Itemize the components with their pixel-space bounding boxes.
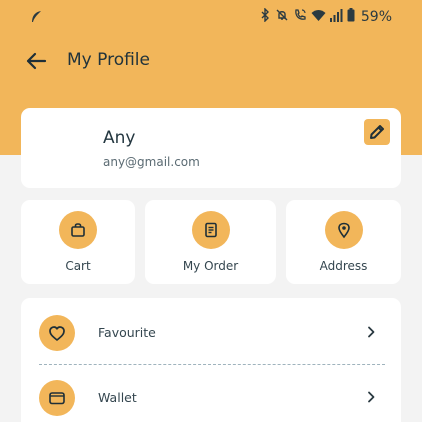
chevron-right-icon (368, 391, 375, 403)
cart-button[interactable]: Cart (21, 200, 135, 284)
arrow-left-icon (26, 52, 47, 70)
location-pin-icon (324, 211, 363, 249)
wallet-label: Wallet (98, 390, 137, 405)
edit-profile-button[interactable] (364, 119, 390, 145)
user-name: Any (103, 128, 136, 148)
wifi-call-icon (293, 7, 307, 26)
my-order-button[interactable]: My Order (145, 200, 276, 284)
menu-card: Favourite Wallet (21, 298, 401, 422)
battery-icon (347, 7, 355, 26)
bag-icon (59, 211, 97, 249)
app-bar: My Profile (0, 40, 422, 82)
wallet-icon (39, 380, 75, 416)
page-title: My Profile (67, 50, 150, 70)
status-icons: 59% (259, 7, 392, 26)
address-button[interactable]: Address (286, 200, 401, 284)
favourite-item[interactable]: Favourite (21, 306, 401, 362)
receipt-icon (191, 211, 230, 249)
address-label: Address (319, 259, 368, 273)
my-order-label: My Order (182, 259, 239, 273)
signal-icon (329, 7, 343, 26)
user-email: any@gmail.com (103, 155, 200, 169)
chevron-right-icon (368, 326, 375, 338)
status-bar: 59% (0, 0, 422, 32)
cart-label: Cart (65, 259, 91, 273)
battery-percentage: 59% (360, 8, 392, 25)
bluetooth-icon (259, 7, 271, 26)
profile-card: Any any@gmail.com (21, 108, 401, 188)
heart-icon (39, 315, 75, 351)
wallet-item[interactable]: Wallet (21, 371, 401, 422)
pencil-icon (370, 125, 384, 139)
feather-icon (30, 9, 42, 28)
divider (39, 364, 385, 365)
wifi-icon (311, 7, 326, 26)
favourite-label: Favourite (98, 325, 156, 340)
mute-icon (275, 7, 289, 26)
back-button[interactable] (22, 48, 50, 74)
